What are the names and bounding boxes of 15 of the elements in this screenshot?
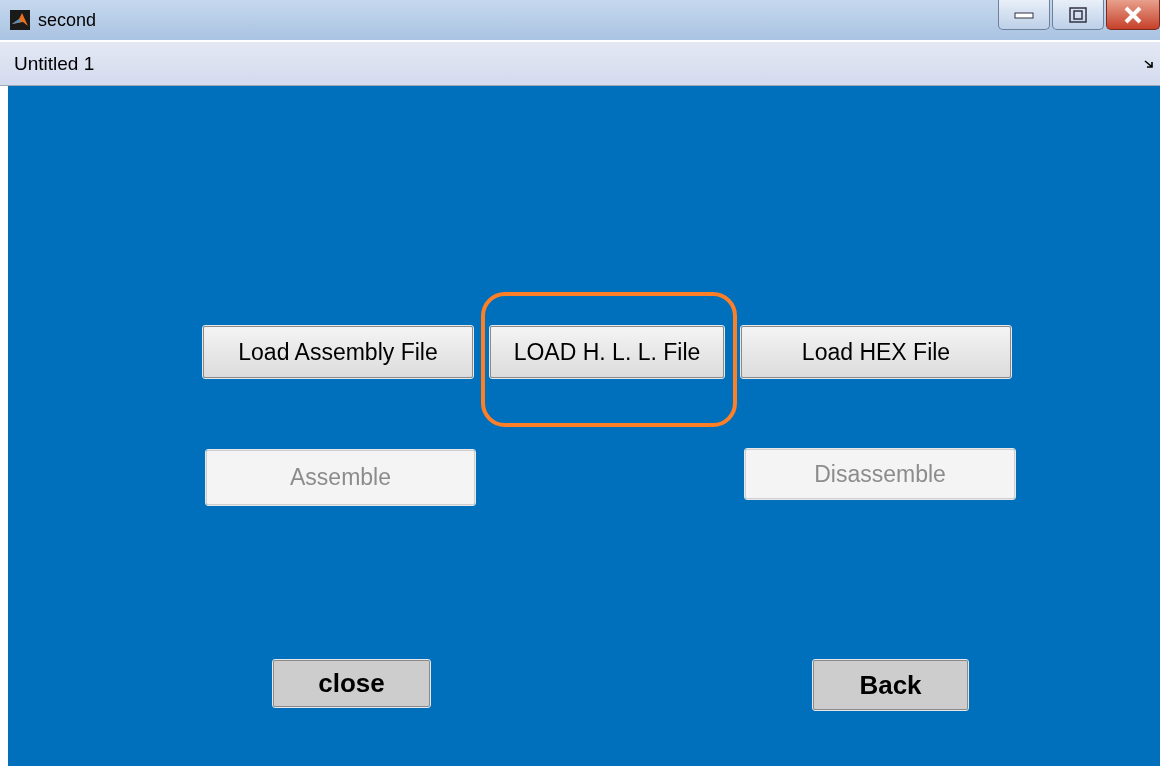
push-button[interactable]: Back <box>813 660 968 710</box>
close-icon <box>1123 5 1143 24</box>
dock-arrow-icon[interactable] <box>1144 58 1154 69</box>
push-button[interactable]: LOAD H. L. L. File <box>490 326 724 378</box>
maximize-button[interactable] <box>1052 0 1104 30</box>
minimize-icon <box>1014 10 1034 19</box>
push-button[interactable]: Load HEX File <box>741 326 1011 378</box>
window-title: second <box>38 9 97 31</box>
minimize-button[interactable] <box>998 0 1050 30</box>
push-button[interactable]: Load Assembly File <box>203 326 473 378</box>
close-window-button[interactable] <box>1106 0 1160 30</box>
app-icon <box>10 10 30 30</box>
push-button[interactable]: close <box>273 660 430 707</box>
figure-label: Untitled 1 <box>14 52 95 75</box>
maximize-icon <box>1069 6 1087 23</box>
